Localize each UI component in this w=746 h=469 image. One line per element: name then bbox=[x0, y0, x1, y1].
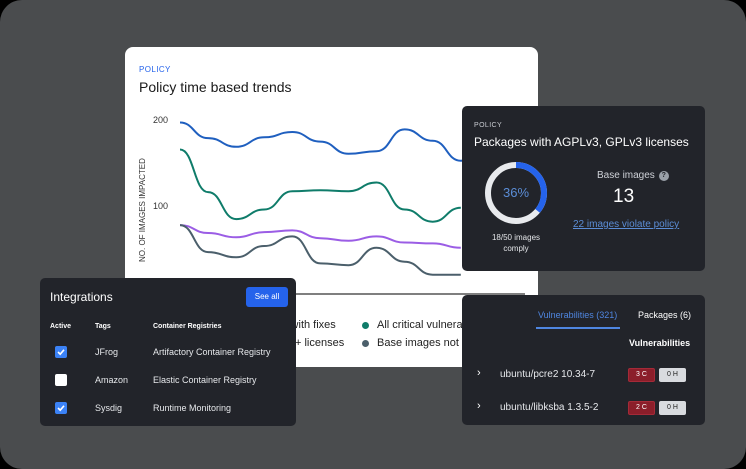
help-icon[interactable]: ? bbox=[658, 170, 669, 181]
integration-tag: Amazon bbox=[95, 375, 129, 385]
legend-label: + licenses bbox=[295, 337, 345, 349]
integrations-card: Integrations See all Active Tags Contain… bbox=[40, 278, 296, 426]
comply-caption: 18/50 images comply bbox=[484, 232, 548, 254]
y-tick-label: 200 bbox=[153, 115, 168, 125]
chevron-right-icon[interactable]: › bbox=[477, 400, 481, 412]
series-line-1 bbox=[179, 148, 461, 223]
comply-word: comply bbox=[503, 244, 529, 253]
base-images-count: 13 bbox=[613, 186, 635, 207]
integration-tag: Sysdig bbox=[95, 403, 123, 413]
y-axis-label: NO. OF IMAGES IMPACTED bbox=[138, 158, 147, 262]
package-name: ubuntu/libksba 1.3.5-2 bbox=[500, 402, 599, 413]
checkmark-icon bbox=[57, 405, 65, 412]
checkmark-icon bbox=[57, 349, 65, 356]
package-name: ubuntu/pcre2 10.34-7 bbox=[500, 369, 596, 380]
chevron-right-icon[interactable]: › bbox=[477, 367, 481, 379]
legend-dot bbox=[362, 321, 369, 329]
compliance-percent: 36% bbox=[502, 185, 530, 200]
policy-eyebrow: POLICY bbox=[474, 122, 503, 129]
integration-registry: Runtime Monitoring bbox=[153, 403, 232, 413]
column-header-tags: Tags bbox=[95, 323, 111, 330]
integrations-title: Integrations bbox=[50, 290, 113, 304]
package-row[interactable]: › ubuntu/libksba 1.3.5-2 2 C 0 H bbox=[462, 397, 705, 417]
integration-registry: Elastic Container Registry bbox=[153, 375, 257, 385]
integration-tag: JFrog bbox=[95, 347, 119, 357]
series-line-3 bbox=[179, 224, 461, 276]
high-count-badge: 0 H bbox=[659, 368, 686, 382]
column-header-active: Active bbox=[50, 323, 72, 330]
package-row[interactable]: › ubuntu/pcre2 10.34-7 3 C 0 H bbox=[462, 364, 705, 384]
integration-row: JFrog Artifactory Container Registry bbox=[40, 345, 296, 361]
integration-row: Sysdig Runtime Monitoring bbox=[40, 401, 296, 417]
vulnerabilities-card: Vulnerabilities (321) Packages (6) Vulne… bbox=[462, 295, 705, 425]
critical-count-badge: 2 C bbox=[628, 401, 655, 415]
active-checkbox[interactable] bbox=[55, 402, 67, 414]
active-checkbox[interactable] bbox=[55, 374, 67, 386]
vulnerabilities-column-header: Vulnerabilities bbox=[629, 338, 691, 348]
tab-vulnerabilities[interactable]: Vulnerabilities (321) bbox=[538, 310, 617, 320]
violate-policy-link[interactable]: 22 images violate policy bbox=[573, 219, 679, 230]
legend-dot bbox=[362, 339, 369, 347]
background-stage: POLICY Policy time based trends 200 100 … bbox=[0, 0, 746, 469]
series-line-2 bbox=[179, 224, 461, 249]
policy-licenses-card: POLICY Packages with AGPLv3, GPLv3 licen… bbox=[462, 106, 705, 271]
integration-registry: Artifactory Container Registry bbox=[153, 347, 271, 357]
active-tab-indicator bbox=[536, 327, 620, 329]
base-images-label: Base images bbox=[597, 170, 655, 181]
comply-count: 18/50 images bbox=[491, 233, 541, 242]
y-tick-label: 100 bbox=[153, 201, 168, 211]
base-images-label-row: Base images ? bbox=[597, 170, 669, 181]
critical-count-badge: 3 C bbox=[628, 368, 655, 382]
policy-title: Packages with AGPLv3, GPLv3 licenses bbox=[474, 135, 689, 149]
integration-row: Amazon Elastic Container Registry bbox=[40, 373, 296, 389]
column-header-registries: Container Registries bbox=[153, 323, 222, 330]
active-checkbox[interactable] bbox=[55, 346, 67, 358]
legend-item-licenses: + licenses bbox=[295, 337, 344, 349]
series-line-0 bbox=[179, 121, 489, 162]
high-count-badge: 0 H bbox=[659, 401, 686, 415]
tab-packages[interactable]: Packages (6) bbox=[638, 310, 691, 320]
see-all-button[interactable]: See all bbox=[246, 287, 288, 307]
